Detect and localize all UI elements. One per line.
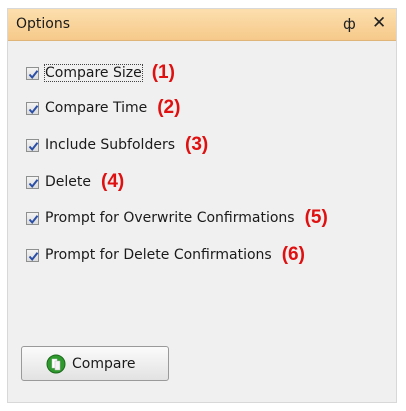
option-delete[interactable]: Delete (4) [26,171,124,193]
pin-icon[interactable]: ф [343,14,356,34]
option-compare-size[interactable]: Compare Size (1) [26,62,175,84]
option-label: Include Subfolders [45,137,175,153]
panel-title: Options [16,16,71,32]
panel-title-bar: Options ф ✕ [8,9,396,41]
checkmark-icon [28,69,39,79]
checkmark-icon [28,104,39,114]
annotation-number: (3) [185,134,209,155]
annotation-number: (2) [157,97,181,118]
checkmark-icon [28,251,39,261]
checkmark-icon [28,178,39,188]
option-label: Delete [45,174,91,190]
checkbox-include-subfolders[interactable] [26,138,39,152]
option-label: Prompt for Delete Confirmations [45,247,272,263]
option-label: Compare Time [45,100,148,116]
checkmark-icon [28,214,39,224]
annotation-number: (4) [101,171,125,192]
checkbox-compare-time[interactable] [26,101,39,115]
option-label: Compare Size [44,64,143,82]
option-compare-time[interactable]: Compare Time (2) [26,97,180,119]
annotation-number: (1) [151,62,175,83]
checkbox-compare-size[interactable] [26,66,39,80]
option-include-subfolders[interactable]: Include Subfolders (3) [26,134,208,156]
compare-button[interactable]: Compare [21,346,169,381]
compare-icon [46,354,66,373]
option-prompt-delete[interactable]: Prompt for Delete Confirmations (6) [26,244,305,266]
close-icon[interactable]: ✕ [372,12,386,34]
option-label: Prompt for Overwrite Confirmations [45,210,295,226]
checkbox-prompt-overwrite[interactable] [26,211,39,225]
checkmark-icon [28,141,39,151]
annotation-number: (6) [281,244,305,265]
annotation-number: (5) [304,207,328,228]
option-prompt-overwrite[interactable]: Prompt for Overwrite Confirmations (5) [26,207,328,229]
compare-button-label: Compare [72,355,136,372]
checkbox-delete[interactable] [26,175,39,189]
checkbox-prompt-delete[interactable] [26,248,39,262]
